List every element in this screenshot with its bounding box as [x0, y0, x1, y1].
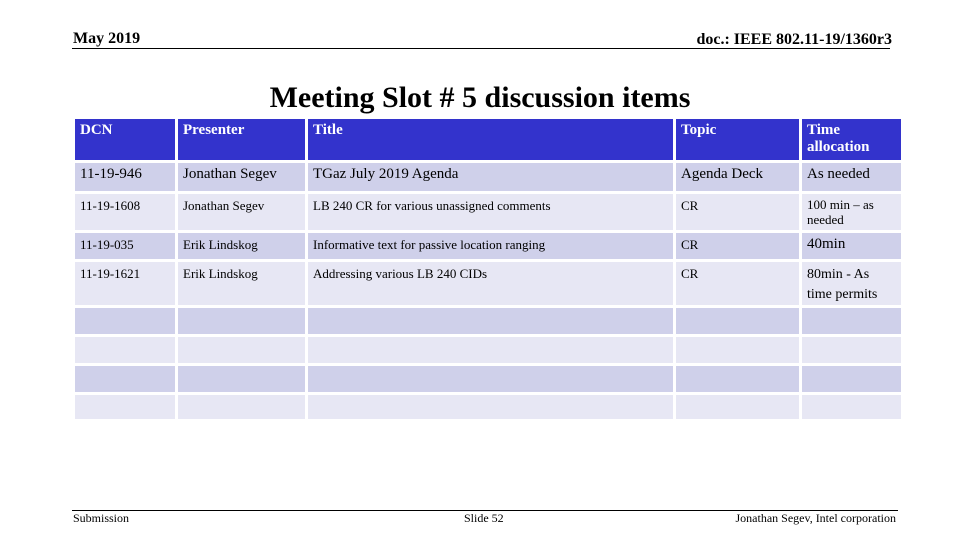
- cell-dcn: [75, 337, 175, 363]
- cell-time: 100 min – as needed: [802, 194, 901, 230]
- cell-presenter: [178, 395, 305, 419]
- column-header-topic: Topic: [676, 119, 799, 160]
- cell-dcn: 11-19-1608: [75, 194, 175, 230]
- cell-dcn: 11-19-1621: [75, 262, 175, 305]
- cell-topic: CR: [676, 233, 799, 259]
- footer-author: Jonathan Segev, Intel corporation: [735, 511, 896, 525]
- cell-dcn: 11-19-035: [75, 233, 175, 259]
- column-header-title: Title: [308, 119, 673, 160]
- cell-time: 80min - As time permits: [802, 262, 901, 305]
- cell-topic: [676, 366, 799, 392]
- cell-title: TGaz July 2019 Agenda: [308, 163, 673, 191]
- table-row: [75, 337, 901, 363]
- column-header-time-allocation: Time allocation: [802, 119, 901, 160]
- cell-dcn: [75, 366, 175, 392]
- header-divider: [72, 48, 890, 49]
- table-row: 11-19-1621 Erik Lindskog Addressing vari…: [75, 262, 901, 305]
- cell-presenter: Erik Lindskog: [178, 262, 305, 305]
- cell-title: [308, 366, 673, 392]
- slide-title: Meeting Slot # 5 discussion items: [269, 81, 691, 114]
- cell-dcn: [75, 308, 175, 334]
- cell-time: [802, 337, 901, 363]
- cell-topic: [676, 308, 799, 334]
- cell-topic: CR: [676, 194, 799, 230]
- footer-slide-number: Slide 52: [464, 511, 504, 525]
- cell-presenter: [178, 366, 305, 392]
- cell-presenter: Jonathan Segev: [178, 163, 305, 191]
- cell-title: Informative text for passive location ra…: [308, 233, 673, 259]
- column-header-dcn: DCN: [75, 119, 175, 160]
- cell-topic: [676, 395, 799, 419]
- footer-submission: Submission: [73, 511, 130, 525]
- agenda-table: DCN Presenter Title Topic Time allocatio…: [72, 116, 904, 422]
- cell-time: As needed: [802, 163, 901, 191]
- header-doc-id: doc.: IEEE 802.11-19/1360r3: [696, 31, 892, 48]
- cell-presenter: Jonathan Segev: [178, 194, 305, 230]
- table-row: [75, 366, 901, 392]
- cell-dcn: 11-19-946: [75, 163, 175, 191]
- table-row: 11-19-1608 Jonathan Segev LB 240 CR for …: [75, 194, 901, 230]
- cell-title: [308, 395, 673, 419]
- cell-presenter: [178, 337, 305, 363]
- table-row: 11-19-035 Erik Lindskog Informative text…: [75, 233, 901, 259]
- cell-title: LB 240 CR for various unassigned comment…: [308, 194, 673, 230]
- column-header-presenter: Presenter: [178, 119, 305, 160]
- cell-topic: CR: [676, 262, 799, 305]
- cell-presenter: [178, 308, 305, 334]
- cell-topic: [676, 337, 799, 363]
- table-row: [75, 395, 901, 419]
- cell-time: [802, 308, 901, 334]
- cell-title: [308, 337, 673, 363]
- table-header-row: DCN Presenter Title Topic Time allocatio…: [75, 119, 901, 160]
- table-row: [75, 308, 901, 334]
- cell-presenter: Erik Lindskog: [178, 233, 305, 259]
- cell-dcn: [75, 395, 175, 419]
- cell-time: [802, 395, 901, 419]
- cell-title: [308, 308, 673, 334]
- table-row: 11-19-946 Jonathan Segev TGaz July 2019 …: [75, 163, 901, 191]
- cell-time: [802, 366, 901, 392]
- cell-topic: Agenda Deck: [676, 163, 799, 191]
- cell-title: Addressing various LB 240 CIDs: [308, 262, 673, 305]
- header-date: May 2019: [73, 30, 141, 47]
- cell-time: 40min: [802, 233, 901, 259]
